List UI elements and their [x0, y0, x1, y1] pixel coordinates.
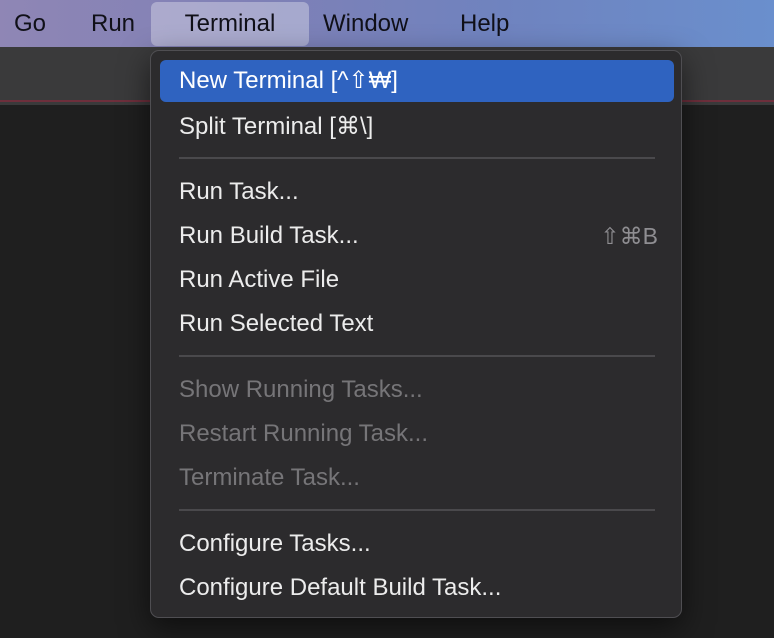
- menu-item-label: Configure Tasks...: [179, 530, 371, 557]
- menu-item-run-selected-text[interactable]: Run Selected Text: [160, 303, 674, 345]
- menu-item-run-build-task[interactable]: Run Build Task... ⇧⌘B: [160, 215, 674, 257]
- menu-bar: Go Run Terminal Window Help: [0, 0, 774, 47]
- menu-item-label: Terminate Task...: [179, 464, 360, 491]
- menu-terminal[interactable]: Terminal: [151, 2, 309, 46]
- menu-item-label: New Terminal [^⇧₩]: [179, 67, 398, 94]
- menu-item-restart-running-task: Restart Running Task...: [160, 413, 674, 455]
- menu-item-label: Configure Default Build Task...: [179, 574, 502, 601]
- menu-help[interactable]: Help: [460, 0, 520, 47]
- menu-window[interactable]: Window: [323, 0, 423, 47]
- menu-item-show-running-tasks: Show Running Tasks...: [160, 369, 674, 411]
- menu-item-label: Run Build Task...: [179, 222, 359, 249]
- menu-item-label: Restart Running Task...: [179, 420, 429, 447]
- menu-separator: [179, 509, 655, 511]
- menu-item-label: Run Selected Text: [179, 310, 374, 337]
- terminal-menu-dropdown: New Terminal [^⇧₩] Split Terminal [⌘\] R…: [150, 50, 682, 618]
- menu-item-new-terminal[interactable]: New Terminal [^⇧₩]: [160, 60, 674, 102]
- menu-go[interactable]: Go: [14, 0, 54, 47]
- keyboard-shortcut: ⇧⌘B: [600, 223, 658, 249]
- menu-item-label: Run Active File: [179, 266, 340, 293]
- menu-run[interactable]: Run: [91, 0, 141, 47]
- menu-item-configure-tasks[interactable]: Configure Tasks...: [160, 523, 674, 565]
- menu-separator: [179, 157, 655, 159]
- menu-separator: [179, 355, 655, 357]
- menu-item-split-terminal[interactable]: Split Terminal [⌘\]: [160, 106, 674, 148]
- menu-item-label: Run Task...: [179, 178, 299, 205]
- menu-item-terminate-task: Terminate Task...: [160, 457, 674, 499]
- menu-item-run-active-file[interactable]: Run Active File: [160, 259, 674, 301]
- menu-item-label: Show Running Tasks...: [179, 376, 423, 403]
- menu-item-label: Split Terminal [⌘\]: [179, 113, 374, 140]
- menu-item-run-task[interactable]: Run Task...: [160, 171, 674, 213]
- menu-item-configure-default-build-task[interactable]: Configure Default Build Task...: [160, 567, 674, 609]
